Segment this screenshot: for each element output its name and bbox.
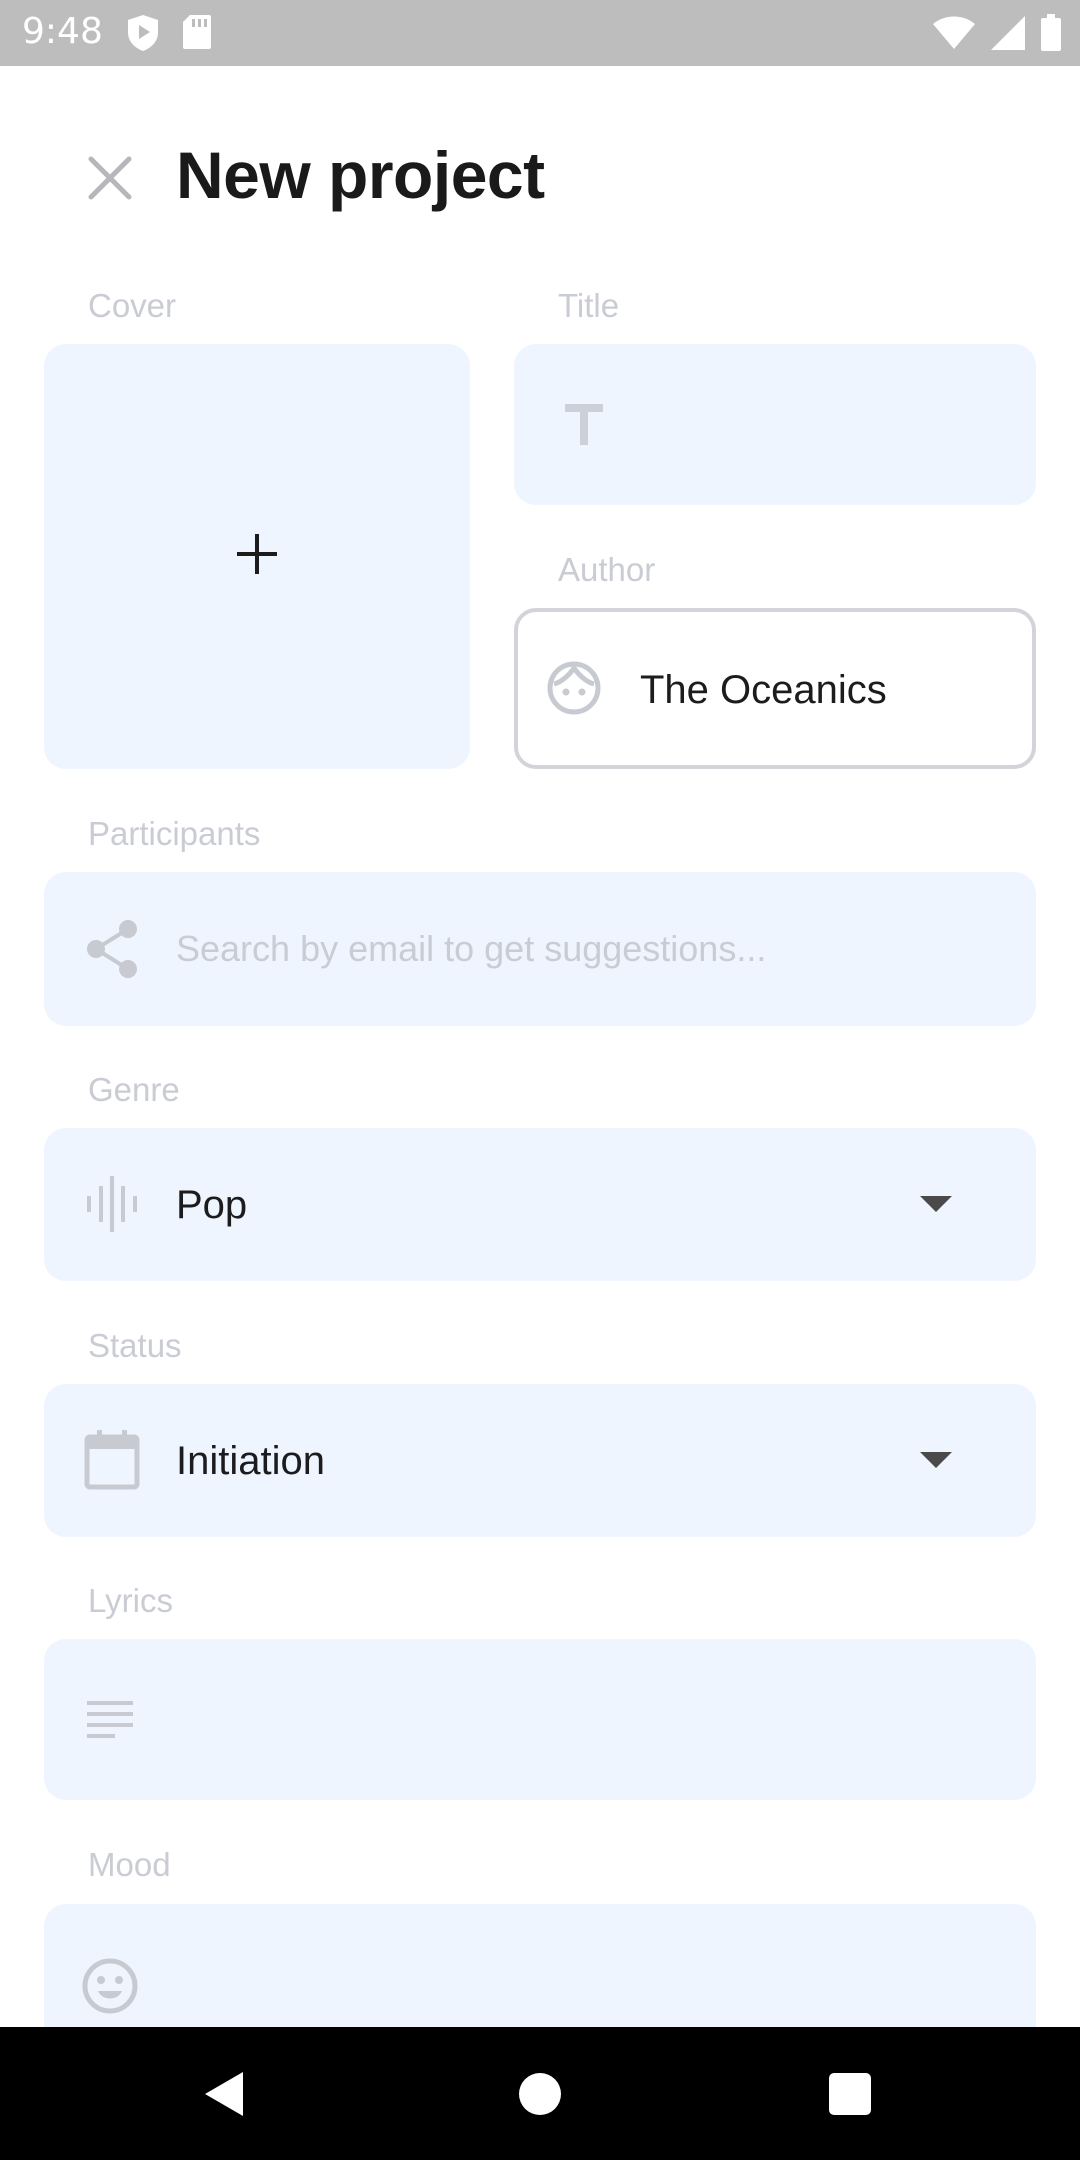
author-value: The Oceanics [640,668,887,712]
sd-card-icon [182,14,212,57]
notes-icon [86,1697,134,1741]
mood-label: Mood [88,1846,171,1883]
battery-icon [1040,14,1062,57]
recents-button[interactable] [829,2073,871,2115]
genre-label: Genre [88,1071,180,1108]
status-time: 9:48 [22,11,103,52]
lyrics-label: Lyrics [88,1582,173,1619]
lyrics-input[interactable] [44,1639,1036,1800]
status-label: Status [88,1327,182,1364]
shield-play-icon [126,14,160,57]
calendar-icon [82,1430,142,1490]
face-icon [546,660,602,716]
genre-select[interactable]: Pop [44,1128,1036,1281]
status-select[interactable]: Initiation [44,1384,1036,1537]
status-right-icons [932,14,1062,57]
cover-upload-box[interactable] [44,344,470,769]
back-button[interactable] [205,2072,243,2116]
waveform-icon [84,1176,140,1232]
wifi-icon [932,15,976,56]
author-input[interactable]: The Oceanics [514,608,1036,769]
share-icon [82,919,142,979]
title-input[interactable] [514,344,1036,505]
participants-placeholder: Search by email to get suggestions... [176,928,767,969]
chevron-down-icon [920,1452,952,1468]
plus-icon [235,532,279,581]
close-button[interactable] [80,150,140,210]
smiley-icon [80,1956,140,2016]
participants-label: Participants [88,815,261,852]
cell-signal-icon [990,15,1026,56]
cover-label: Cover [88,287,177,324]
author-label: Author [558,551,656,588]
status-bar: 9:48 [0,0,1080,66]
participants-search-input[interactable]: Search by email to get suggestions... [44,872,1036,1026]
genre-value: Pop [176,1183,248,1227]
navigation-bar [0,2027,1080,2160]
status-left-icons [126,14,212,57]
page-title: New project [176,138,545,212]
chevron-down-icon [920,1196,952,1212]
home-button[interactable] [519,2073,561,2115]
title-label: Title [558,287,620,324]
text-t-icon [558,398,610,450]
status-value: Initiation [176,1439,325,1483]
close-icon [87,155,133,206]
